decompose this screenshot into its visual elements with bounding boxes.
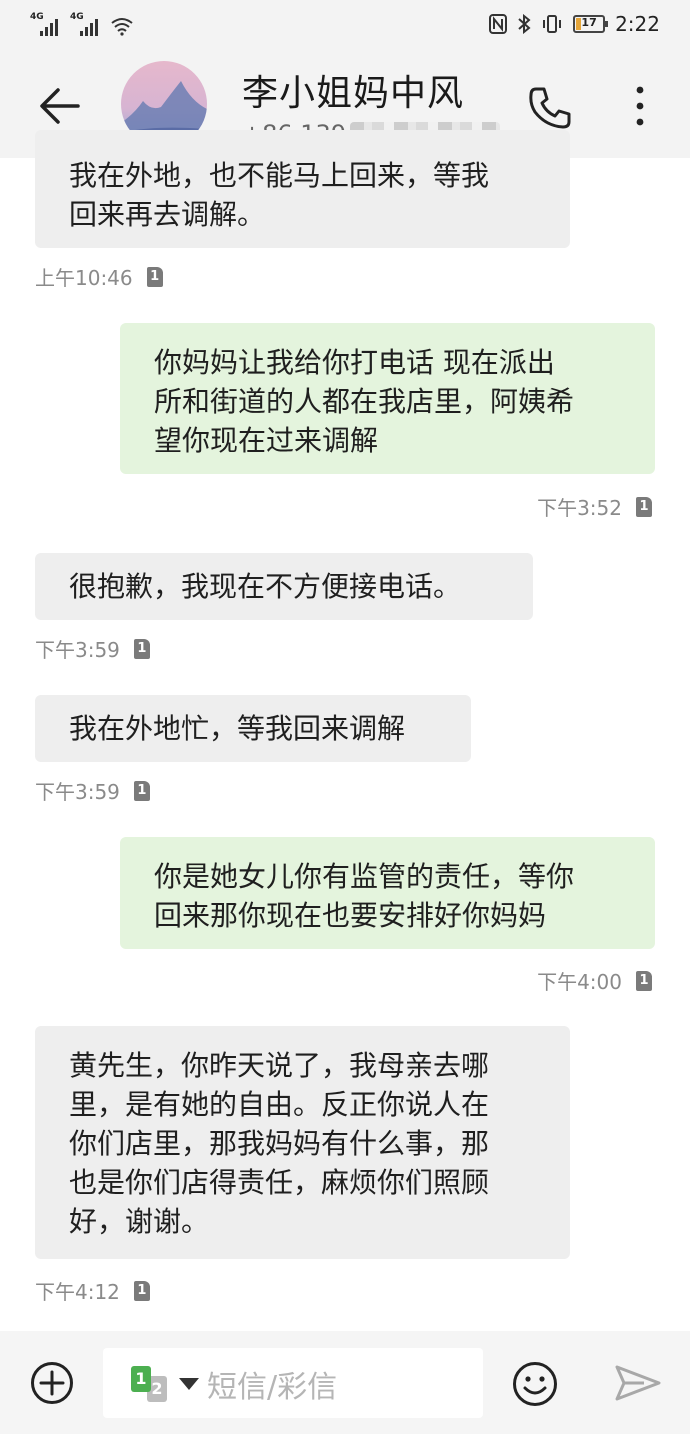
message-timestamp: 上午10:46 1 (35, 262, 163, 291)
sim-card-icon: 1 (133, 1280, 150, 1301)
message-bubble-incoming[interactable]: 我在外地，也不能马上回来，等我 回来再去调解。 (35, 130, 570, 248)
message-line: 我在外地忙，等我回来调解 (69, 712, 406, 745)
sim-card-icon: 1 (133, 638, 150, 659)
battery-percent: 17 (581, 16, 597, 29)
signal-icon: 4G (70, 12, 100, 36)
timestamp-text: 下午3:59 (35, 780, 120, 804)
message-timestamp: 下午4:12 1 (35, 1276, 150, 1305)
message-bubble-outgoing[interactable]: 你是她女儿你有监管的责任，等你 回来那你现在也要安排好你妈妈 (120, 837, 655, 949)
status-bar: 4G 4G 17 2:22 (0, 0, 690, 52)
message-line: 好，谢谢。 (69, 1205, 210, 1238)
sim-card-icon: 1 (636, 970, 652, 991)
sim-card-icon: 1 (146, 266, 163, 287)
signal-icon: 4G (30, 12, 60, 36)
bluetooth-icon (518, 14, 531, 34)
timestamp-text: 下午4:00 (537, 970, 622, 994)
wifi-icon (111, 18, 133, 36)
sim-card-icon: 1 (133, 780, 150, 801)
dropdown-caret-icon[interactable] (179, 1378, 199, 1390)
contact-name: 李小姐妈中风 (242, 73, 465, 114)
sim-card-icon: 1 (636, 496, 652, 517)
message-line: 也是你们店得责任，麻烦你们照顾 (69, 1166, 490, 1199)
message-timestamp: 下午4:00 1 (537, 966, 652, 995)
clock: 2:22 (615, 12, 660, 36)
more-vertical-icon[interactable] (628, 82, 652, 130)
message-line: 你们店里，那我妈妈有什么事，那 (69, 1127, 490, 1160)
message-placeholder: 短信/彩信 (207, 1370, 338, 1405)
message-timestamp: 下午3:59 1 (35, 776, 150, 805)
nfc-icon (489, 14, 508, 34)
phone-call-icon[interactable] (526, 84, 574, 132)
send-icon[interactable] (614, 1363, 662, 1403)
vibrate-icon (543, 15, 562, 33)
message-line: 所和街道的人都在我店里，阿姨希 (154, 385, 575, 418)
emoji-icon[interactable] (512, 1361, 558, 1407)
composer-bar: 2 1 短信/彩信 (0, 1331, 690, 1434)
timestamp-text: 下午3:59 (35, 638, 120, 662)
message-line: 你是她女儿你有监管的责任，等你 (154, 860, 575, 893)
message-line: 望你现在过来调解 (154, 424, 379, 457)
message-line: 我在外地，也不能马上回来，等我 (69, 159, 490, 192)
sim-1-icon: 1 (131, 1366, 151, 1392)
timestamp-text: 下午4:12 (35, 1280, 120, 1304)
message-bubble-incoming[interactable]: 很抱歉，我现在不方便接电话。 (35, 553, 533, 620)
message-line: 很抱歉，我现在不方便接电话。 (69, 570, 462, 603)
message-input[interactable]: 2 1 短信/彩信 (103, 1348, 483, 1418)
add-icon[interactable] (30, 1361, 74, 1405)
sim-selector[interactable]: 2 1 (131, 1366, 175, 1406)
message-timestamp: 下午3:59 1 (35, 634, 150, 663)
battery-icon: 17 (573, 15, 609, 33)
message-line: 回来再去调解。 (69, 198, 266, 231)
timestamp-text: 上午10:46 (35, 266, 133, 290)
timestamp-text: 下午3:52 (537, 496, 622, 520)
message-timestamp: 下午3:52 1 (537, 492, 652, 521)
message-bubble-incoming[interactable]: 我在外地忙，等我回来调解 (35, 695, 471, 762)
message-line: 回来那你现在也要安排好你妈妈 (154, 899, 547, 932)
back-arrow-icon[interactable] (38, 84, 82, 128)
message-line: 黄先生，你昨天说了，我母亲去哪 (69, 1049, 490, 1082)
message-bubble-incoming[interactable]: 黄先生，你昨天说了，我母亲去哪 里，是有她的自由。反正你说人在 你们店里，那我妈… (35, 1026, 570, 1259)
message-line: 里，是有她的自由。反正你说人在 (69, 1088, 490, 1121)
message-line: 你妈妈让我给你打电话 现在派出 (154, 346, 555, 379)
message-bubble-outgoing[interactable]: 你妈妈让我给你打电话 现在派出 所和街道的人都在我店里，阿姨希 望你现在过来调解 (120, 323, 655, 474)
